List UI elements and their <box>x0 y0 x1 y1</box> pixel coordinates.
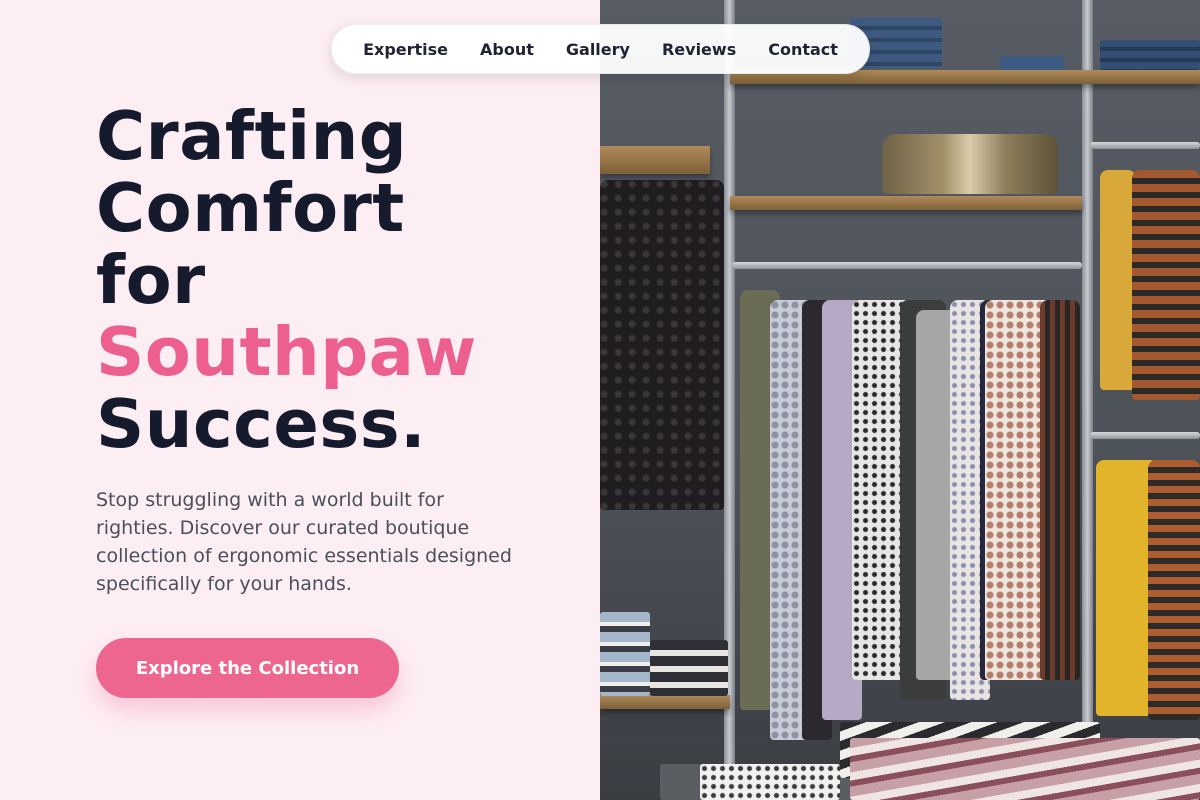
photo-shelf <box>600 695 730 709</box>
nav-link-gallery[interactable]: Gallery <box>566 40 630 59</box>
photo-bag <box>882 134 1058 194</box>
photo-rail <box>732 262 1082 269</box>
hero-title-line-2: Comfort <box>96 169 405 247</box>
hero-title-line-3: for <box>96 241 206 319</box>
top-nav: Expertise About Gallery Reviews Contact <box>331 24 870 74</box>
photo-garment <box>1100 170 1136 390</box>
explore-collection-button[interactable]: Explore the Collection <box>96 638 399 698</box>
hero-left-panel: Crafting Comfort for Southpaw Success. S… <box>0 0 600 800</box>
photo-folded-jeans <box>1000 56 1064 70</box>
hero-title-line-1: Crafting <box>96 97 408 175</box>
photo-sweater <box>850 738 1200 800</box>
photo-garment <box>1148 460 1200 720</box>
photo-pipe <box>1082 0 1093 800</box>
photo-rail <box>1090 142 1200 149</box>
photo-hook-board <box>600 146 710 174</box>
photo-shelf <box>730 196 1082 210</box>
nav-link-contact[interactable]: Contact <box>768 40 838 59</box>
hero-subtitle: Stop struggling with a world built for r… <box>96 489 512 595</box>
photo-rail <box>1090 432 1200 439</box>
photo-folded-stack <box>600 612 650 696</box>
photo-dress <box>600 180 724 510</box>
nav-link-reviews[interactable]: Reviews <box>662 40 736 59</box>
photo-folded-stack <box>650 640 728 696</box>
nav-link-expertise[interactable]: Expertise <box>363 40 448 59</box>
hero-image <box>600 0 1200 800</box>
nav-link-about[interactable]: About <box>480 40 534 59</box>
hero-title-accent: Southpaw <box>96 313 477 391</box>
photo-garment <box>1132 170 1200 400</box>
photo-garment <box>1040 300 1080 680</box>
hero-title-line-5: Success. <box>96 385 427 463</box>
hero-title: Crafting Comfort for Southpaw Success. <box>96 100 576 460</box>
photo-folded-jeans <box>1100 40 1200 70</box>
photo-folded-top <box>700 764 840 800</box>
